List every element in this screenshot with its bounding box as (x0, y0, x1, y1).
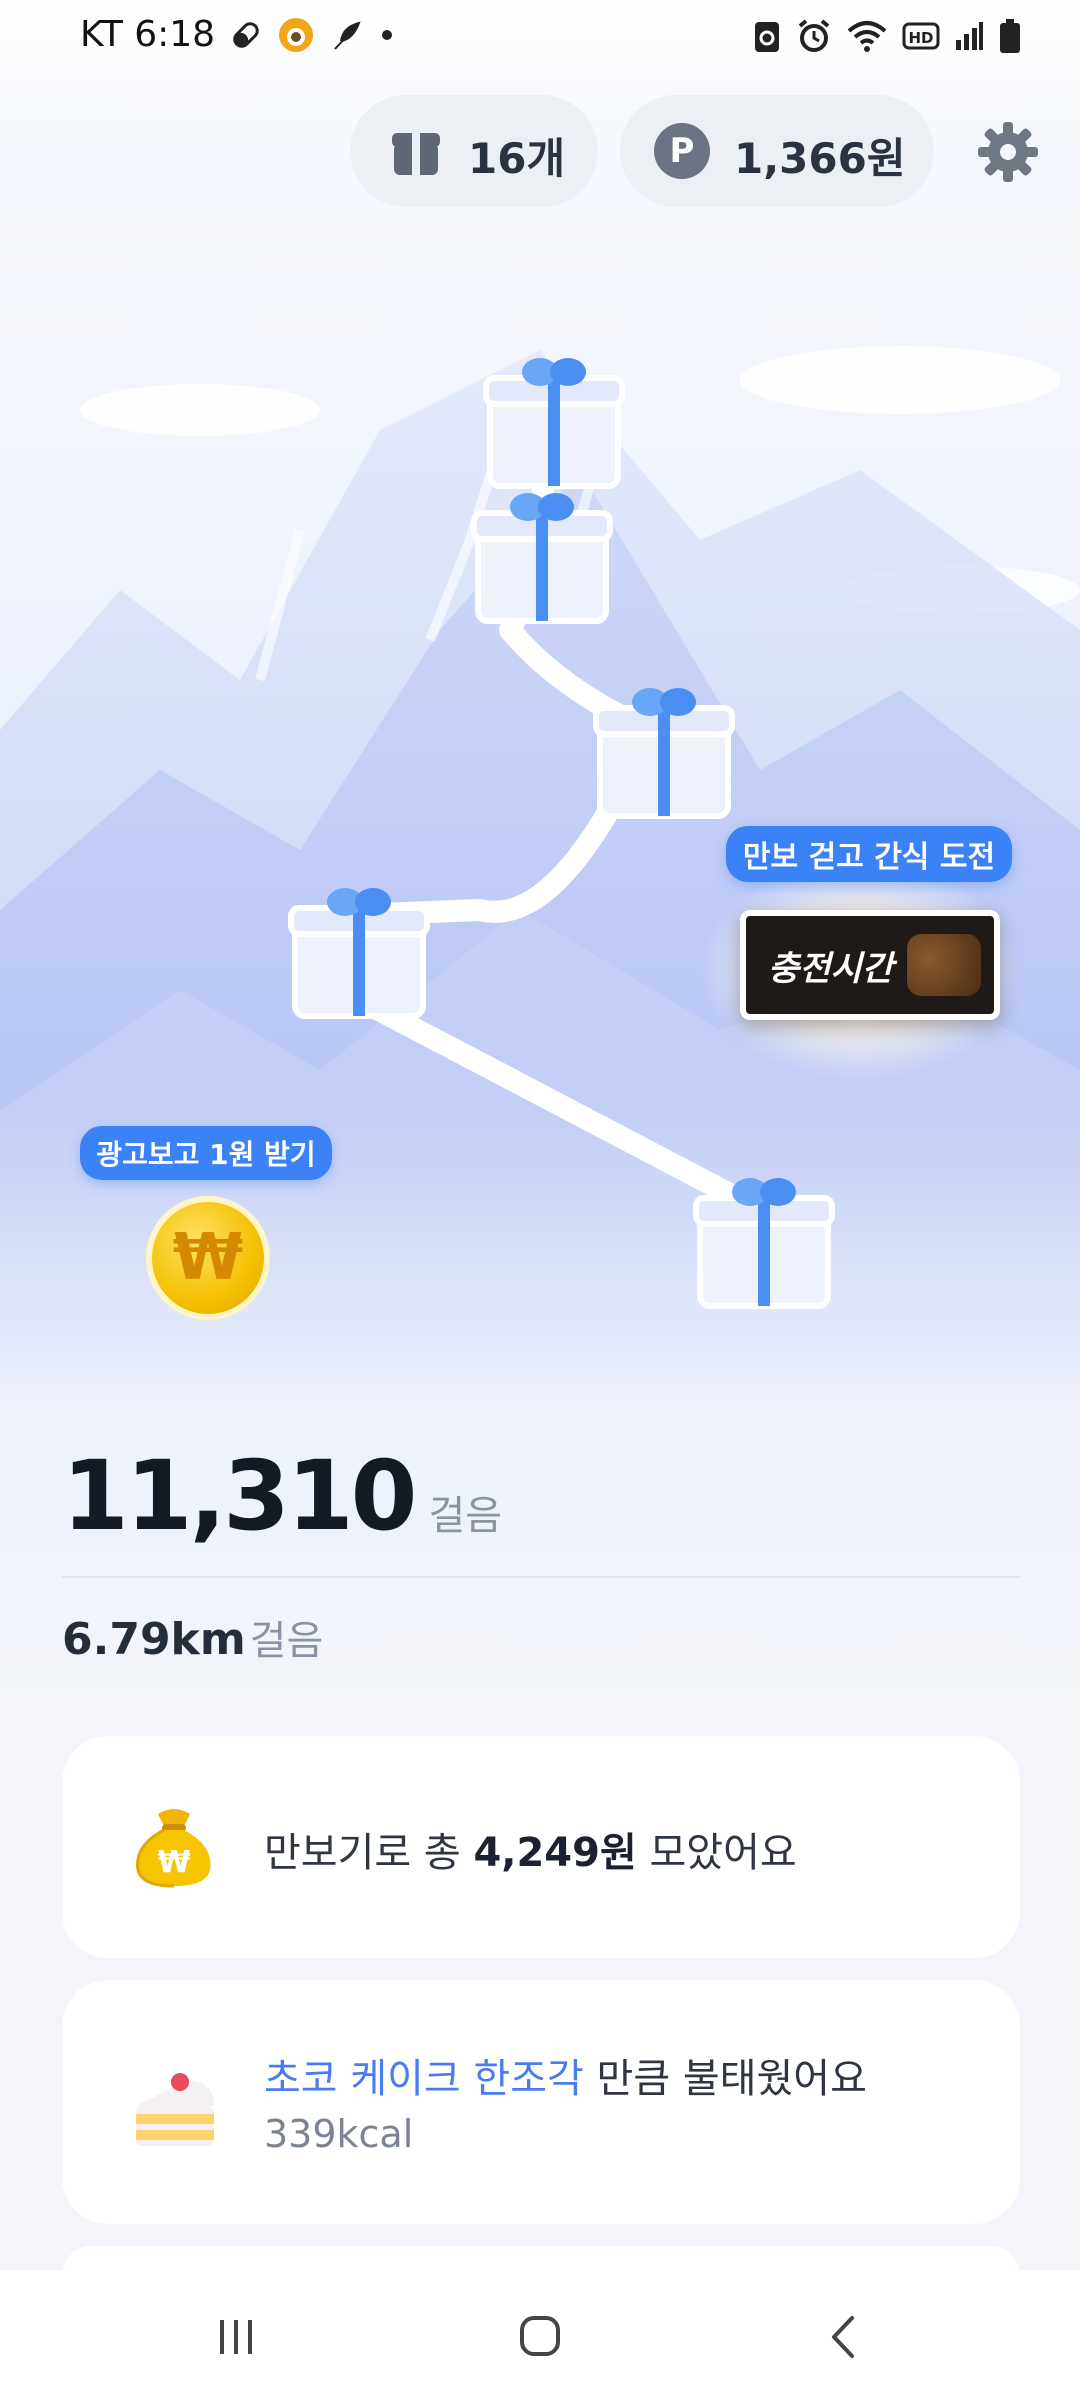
savings-amount: 4,249원 (473, 1830, 637, 1876)
hd-icon: HD (902, 22, 940, 50)
cake-slice-icon (128, 2060, 220, 2152)
signal-icon (956, 22, 983, 50)
back-icon[interactable] (814, 2312, 874, 2362)
wifi-icon (847, 21, 887, 52)
distance-value: 6.79km (62, 1614, 246, 1665)
system-nav-bar (0, 2272, 1080, 2400)
gift-count: 16개 (468, 134, 566, 183)
carrier-time: KT 6:18 (80, 14, 216, 55)
calories-food: 초코 케이크 한조각 (264, 2056, 584, 2102)
settings-gear-icon[interactable] (976, 120, 1040, 184)
gift-icon (392, 133, 440, 175)
points-icon: P (654, 123, 710, 179)
gift-box[interactable] (288, 888, 430, 1019)
snack-chunks (907, 934, 982, 996)
points-amount: 1,366원 (734, 134, 906, 183)
recent-apps-icon[interactable] (206, 2312, 266, 2362)
gift-box[interactable] (693, 1178, 835, 1309)
pill-icon (233, 21, 259, 48)
distance-unit: 걸음 (249, 1618, 324, 1664)
gift-box[interactable] (593, 688, 735, 819)
calories-card[interactable]: 초코 케이크 한조각 만큼 불태웠어요 339kcal (62, 1980, 1020, 2224)
svg-text:₩: ₩ (157, 1845, 190, 1880)
feather-icon (334, 21, 361, 50)
battery-icon (1000, 19, 1020, 53)
won-coin-icon[interactable]: ₩ (146, 1196, 270, 1320)
snack-label: 충전시간 (768, 948, 894, 989)
dot-icon (382, 29, 393, 40)
step-count: 11,310 (62, 1440, 417, 1552)
step-unit: 걸음 (428, 1493, 503, 1539)
status-bar: KT 6:18 HD (0, 0, 1080, 80)
gift-count-pill[interactable]: 16개 (350, 95, 598, 207)
money-bag-icon: ₩ (128, 1800, 220, 1892)
snack-bar-image[interactable]: 충전시간 (740, 910, 1000, 1020)
recycle-icon (755, 22, 779, 52)
savings-text: 만보기로 총 4,249원 모았어요 (264, 1830, 797, 1876)
gift-box[interactable] (471, 493, 613, 624)
snack-challenge-bubble[interactable]: 만보 걷고 간식 도전 (726, 826, 1012, 882)
savings-card[interactable]: ₩ 만보기로 총 4,249원 모았어요 (62, 1736, 1020, 1958)
step-counter: 11,310 걸음 (62, 1440, 502, 1552)
emoji-badge-icon (279, 17, 314, 52)
distance-readout: 6.79km 걸음 (62, 1608, 323, 1666)
calories-kcal: 339kcal (264, 2112, 414, 2156)
ad-reward-bubble[interactable]: 광고보고 1원 받기 (80, 1126, 332, 1180)
points-pill[interactable]: P 1,366원 (620, 95, 934, 207)
gift-box[interactable] (483, 358, 625, 489)
alarm-icon (798, 19, 830, 52)
svg-text:HD: HD (908, 29, 933, 47)
divider (62, 1576, 1020, 1578)
calories-text: 초코 케이크 한조각 만큼 불태웠어요 (264, 2056, 867, 2102)
home-icon[interactable] (510, 2312, 570, 2362)
